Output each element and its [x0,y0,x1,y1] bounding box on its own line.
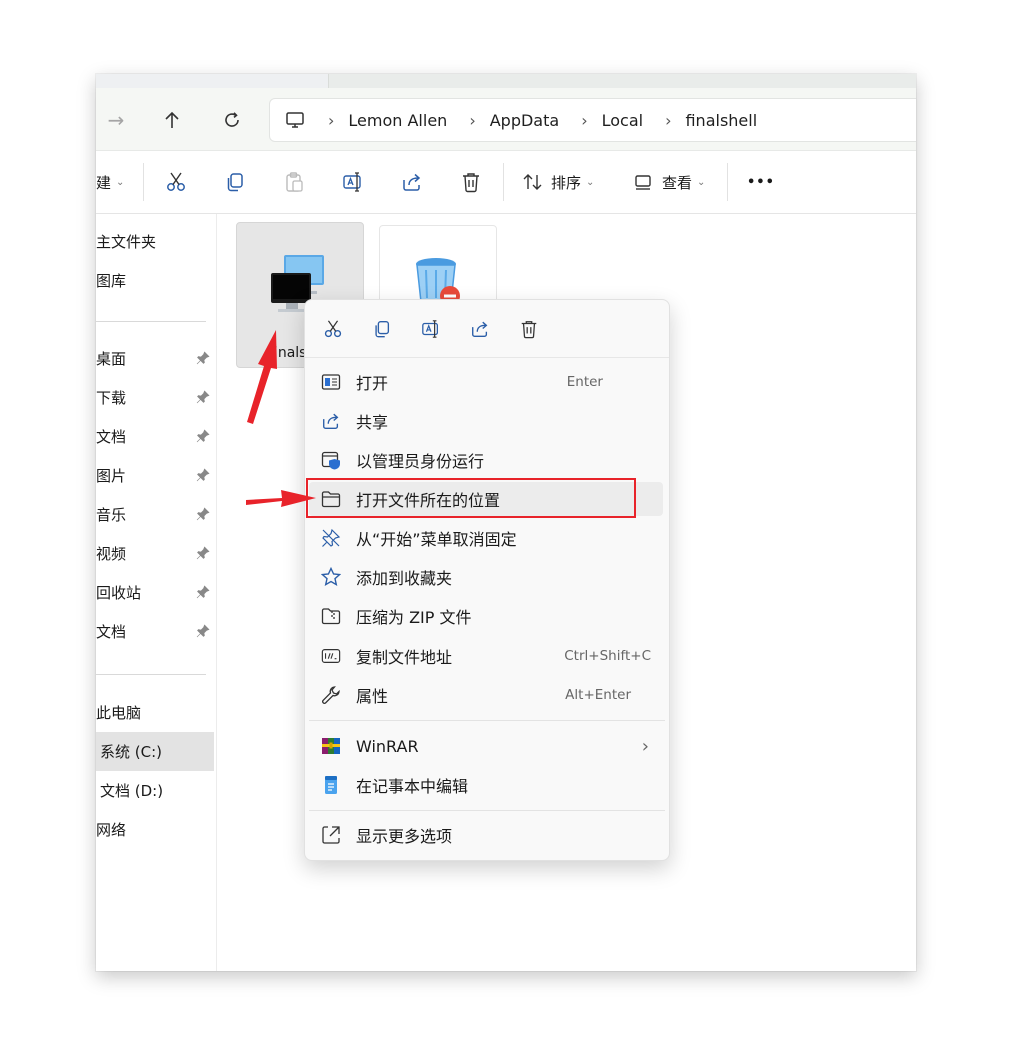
annotation-arrow-right [246,490,316,507]
annotation-arrow-up [247,330,277,424]
annotation-arrows [246,330,316,507]
